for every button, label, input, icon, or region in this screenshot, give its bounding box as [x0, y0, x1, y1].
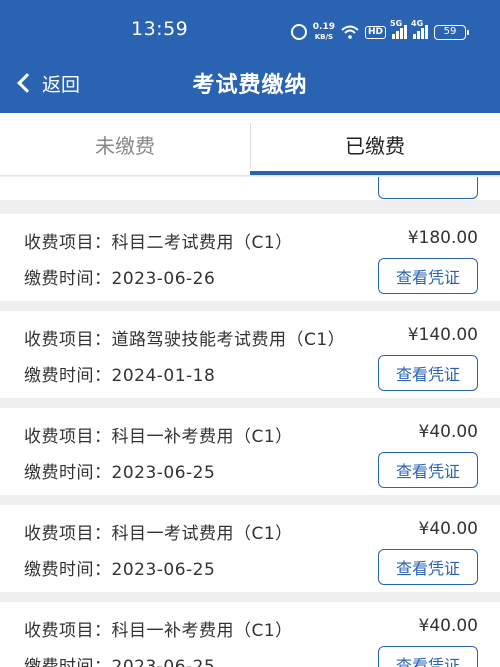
payment-time-row: 缴费时间：2023-06-26 [24, 264, 215, 289]
payment-time-label: 缴费时间： [24, 366, 112, 386]
view-voucher-button[interactable]: 查看凭证 [378, 258, 478, 294]
list-item: 收费项目：科目一补考费用（C1） ¥40.00 缴费时间：2023-06-25 … [0, 602, 500, 667]
nav-bar: 返回 考试费缴纳 [0, 60, 500, 113]
payment-time: 2023-06-26 [111, 269, 216, 289]
hd-voice-icon: HD [364, 25, 386, 39]
payment-time-row: 缴费时间：2023-06-25 [24, 555, 215, 580]
fee-item-label: 收费项目： [24, 330, 112, 350]
fee-item-row: 收费项目：科目一补考费用（C1） [24, 616, 293, 641]
fee-item-name: 科目二考试费用（C1） [111, 233, 293, 253]
list-item: 收费项目：科目二考试费用（C1） ¥180.00 缴费时间：2023-06-26… [0, 214, 500, 301]
view-voucher-button[interactable]: 查看凭证 [378, 549, 478, 585]
payment-time-row: 缴费时间：2023-06-25 [24, 458, 215, 483]
fee-item-name: 科目一补考费用（C1） [111, 427, 293, 447]
battery-icon: 59 [434, 24, 469, 40]
view-voucher-button[interactable]: 查看凭证 [378, 452, 478, 488]
payment-time: 2023-06-25 [111, 560, 216, 580]
alarm-icon [290, 24, 307, 40]
fee-item-label: 收费项目： [24, 524, 112, 544]
view-voucher-button-partial[interactable] [378, 177, 478, 199]
status-icons: 0.19 KB/S HD 5G 4G 59 [290, 19, 469, 44]
fee-item-name: 科目一考试费用（C1） [111, 524, 293, 544]
top-bar: 13:59 0.19 KB/S HD 5G 4G 59 返回 考试费缴纳 [0, 0, 500, 113]
status-time: 13:59 [131, 18, 189, 40]
network-speed-value: 0.19 [312, 22, 335, 32]
signal-4g-label: 4G [411, 19, 424, 28]
tab-unpaid[interactable]: 未缴费 [0, 113, 250, 175]
network-speed-unit: KB/S [314, 33, 334, 41]
fee-amount: ¥40.00 [418, 422, 478, 442]
fee-amount: ¥180.00 [407, 228, 478, 248]
status-bar: 13:59 0.19 KB/S HD 5G 4G 59 [0, 0, 500, 60]
signal-4g-icon: 4G [411, 19, 428, 39]
payment-time-label: 缴费时间： [24, 657, 112, 667]
payment-time-row: 缴费时间：2024-01-18 [24, 361, 215, 386]
payment-time-label: 缴费时间： [24, 463, 112, 483]
fee-amount: ¥40.00 [418, 519, 478, 539]
fee-amount: ¥40.00 [418, 616, 478, 636]
payment-time-row: 缴费时间：2023-06-25 [24, 652, 215, 667]
fee-item-label: 收费项目： [24, 233, 112, 253]
fee-item-label: 收费项目： [24, 427, 112, 447]
fee-item-row: 收费项目：科目二考试费用（C1） [24, 228, 293, 253]
list-item: 收费项目：科目一补考费用（C1） ¥40.00 缴费时间：2023-06-25 … [0, 408, 500, 495]
list-item: 收费项目：道路驾驶技能考试费用（C1） ¥140.00 缴费时间：2024-01… [0, 311, 500, 398]
tab-bar: 未缴费 已缴费 [0, 113, 500, 176]
payment-time: 2024-01-18 [111, 366, 216, 386]
payment-time: 2023-06-25 [111, 463, 216, 483]
payment-time-label: 缴费时间： [24, 269, 112, 289]
list-item-partial [0, 177, 500, 200]
wifi-icon [341, 25, 359, 39]
fee-item-row: 收费项目：道路驾驶技能考试费用（C1） [24, 325, 345, 350]
signal-5g-icon: 5G [390, 19, 407, 39]
payment-record-list[interactable]: 收费项目：科目二考试费用（C1） ¥180.00 缴费时间：2023-06-26… [0, 177, 500, 667]
fee-item-row: 收费项目：科目一补考费用（C1） [24, 422, 293, 447]
signal-5g-label: 5G [390, 19, 403, 28]
payment-time-label: 缴费时间： [24, 560, 112, 580]
fee-item-row: 收费项目：科目一考试费用（C1） [24, 519, 293, 544]
fee-amount: ¥140.00 [407, 325, 478, 345]
network-speed: 0.19 KB/S [313, 22, 335, 42]
fee-item-name: 道路驾驶技能考试费用（C1） [111, 330, 346, 350]
view-voucher-button[interactable]: 查看凭证 [378, 355, 478, 391]
tab-paid[interactable]: 已缴费 [250, 113, 500, 175]
fee-item-label: 收费项目： [24, 621, 112, 641]
view-voucher-button[interactable]: 查看凭证 [378, 646, 478, 667]
page-title: 考试费缴纳 [192, 73, 308, 98]
fee-item-name: 科目一补考费用（C1） [111, 621, 293, 641]
list-item: 收费项目：科目一考试费用（C1） ¥40.00 缴费时间：2023-06-25 … [0, 505, 500, 592]
payment-time: 2023-06-25 [111, 657, 216, 667]
